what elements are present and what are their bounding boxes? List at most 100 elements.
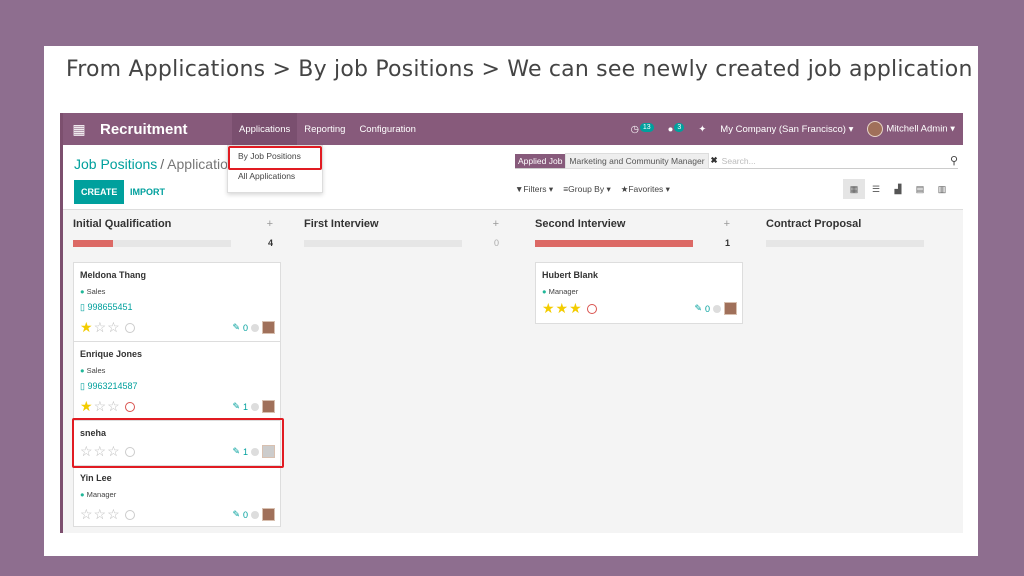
chat-icon: ●: [667, 123, 674, 135]
menu-configuration[interactable]: Configuration: [352, 113, 423, 145]
groupby-button[interactable]: ≡Group By ▾: [563, 184, 611, 195]
activity-button[interactable]: ◷ 13: [630, 122, 654, 135]
column-count: 4: [267, 238, 273, 248]
applicant-name: Hubert Blank: [542, 270, 599, 280]
company-switcher[interactable]: My Company (San Francisco) ▾: [720, 124, 853, 135]
slide-caption: From Applications > By job Positions > W…: [66, 57, 973, 82]
priority-stars[interactable]: ★☆☆: [80, 398, 121, 415]
menu-reporting[interactable]: Reporting: [297, 113, 352, 145]
assignee-avatar: [262, 400, 275, 413]
column-title[interactable]: First Interview: [304, 218, 379, 230]
priority-stars[interactable]: ★☆☆: [80, 319, 121, 336]
filters-button[interactable]: ▼Filters ▾: [515, 184, 553, 195]
paperclip-icon: ✎: [694, 303, 702, 313]
paperclip-icon: ✎: [232, 509, 240, 519]
kanban-column: First Interview + 0: [294, 210, 514, 533]
facet-remove-icon[interactable]: ✖: [711, 155, 718, 166]
control-panel: Job Positions / Application CREATE IMPORT …: [63, 145, 963, 210]
slide: From Applications > By job Positions > W…: [44, 46, 978, 556]
applicant-phone[interactable]: ▯ 998655451: [80, 302, 133, 313]
progress-fill: [73, 240, 113, 247]
column-progress[interactable]: [535, 240, 693, 247]
gift-icon[interactable]: ✦: [698, 124, 706, 135]
attachment-count: 1: [242, 401, 248, 412]
kanban-card[interactable]: Enrique Jones ● Sales ▯ 9963214587 ★☆☆ ✎…: [73, 341, 281, 421]
kanban-board: Initial Qualification + 4 Meldona Thang …: [63, 210, 963, 533]
favorites-button[interactable]: ★Favorites ▾: [621, 184, 670, 195]
status-dot[interactable]: [251, 510, 259, 519]
progress-fill: [535, 240, 693, 247]
activity-clock-icon[interactable]: [124, 509, 135, 520]
facet-label: Applied Job: [515, 153, 566, 168]
add-card-icon[interactable]: +: [493, 218, 499, 230]
priority-stars[interactable]: ★★★: [542, 300, 583, 317]
activity-badge: 13: [639, 122, 654, 132]
kanban-card[interactable]: Yin Lee ● Manager ☆☆☆ ✎ 0: [73, 465, 281, 527]
clock-icon: ◷: [630, 123, 639, 135]
apps-grid-icon[interactable]: ▦: [63, 121, 95, 138]
column-title[interactable]: Contract Proposal: [766, 218, 861, 230]
menu-applications[interactable]: Applications: [232, 113, 298, 145]
applicant-tag: ● Manager: [542, 287, 579, 296]
applicant-tag: ● Sales: [80, 287, 106, 296]
breadcrumb-current: Application: [167, 156, 236, 172]
status-dot[interactable]: [251, 323, 259, 332]
applicant-tag: ● Sales: [80, 366, 106, 375]
applicant-name: Yin Lee: [80, 473, 112, 483]
kanban-card[interactable]: Meldona Thang ● Sales ▯ 998655451 ★☆☆ ✎ 0: [73, 262, 281, 342]
column-progress[interactable]: [304, 240, 462, 247]
status-dot[interactable]: [713, 304, 721, 313]
attachment-count: 0: [242, 509, 248, 520]
column-title[interactable]: Second Interview: [535, 218, 625, 230]
breadcrumb-job-positions[interactable]: Job Positions: [74, 156, 157, 172]
paperclip-icon: ✎: [232, 322, 240, 332]
graph-view-icon[interactable]: ▟: [887, 179, 909, 199]
column-progress[interactable]: [766, 240, 924, 247]
pivot-view-icon[interactable]: ▥: [931, 179, 953, 199]
attachment-count: 0: [242, 322, 248, 333]
app-name[interactable]: Recruitment: [100, 121, 232, 138]
user-menu[interactable]: Mitchell Admin ▾: [867, 121, 955, 137]
priority-stars[interactable]: ☆☆☆: [80, 506, 121, 523]
column-count: 0: [493, 238, 499, 248]
paperclip-icon: ✎: [232, 401, 240, 411]
user-avatar: [867, 121, 884, 137]
facet-value: Marketing and Community Manager: [565, 152, 709, 169]
odoo-window: ▦ Recruitment Applications Reporting Con…: [60, 113, 963, 533]
search-options: ▼Filters ▾ ≡Group By ▾ ★Favorites ▾: [515, 184, 670, 195]
activity-clock-icon[interactable]: [124, 322, 135, 333]
search-bar[interactable]: Applied Job Marketing and Community Mana…: [515, 152, 958, 169]
search-icon[interactable]: ⚲: [950, 154, 958, 167]
kanban-card[interactable]: Hubert Blank ● Manager ★★★ ✎ 0: [535, 262, 743, 324]
applicant-tag: ● Manager: [80, 490, 117, 499]
add-card-icon[interactable]: +: [267, 218, 273, 230]
assignee-avatar: [262, 321, 275, 334]
activity-clock-icon[interactable]: [124, 401, 135, 412]
user-name: Mitchell Admin ▾: [886, 123, 955, 135]
add-card-icon[interactable]: +: [724, 218, 730, 230]
applicant-name: Enrique Jones: [80, 349, 143, 359]
column-progress[interactable]: [73, 240, 231, 247]
search-input[interactable]: Search...: [722, 156, 950, 166]
activity-clock-icon[interactable]: [586, 303, 597, 314]
kanban-column: Second Interview + 1 Hubert Blank ● Mana…: [525, 210, 745, 533]
view-switcher: ▦ ☰ ▟ ▤ ▥: [843, 179, 953, 199]
applicant-phone[interactable]: ▯ 9963214587: [80, 381, 138, 392]
create-button[interactable]: CREATE: [74, 180, 125, 204]
highlight-box-new-card: [72, 418, 284, 468]
kanban-column: Contract Proposal: [756, 210, 963, 533]
messages-button[interactable]: ● 3: [667, 122, 685, 135]
highlight-box-menu: [228, 146, 322, 170]
calendar-view-icon[interactable]: ▤: [909, 179, 931, 199]
kanban-view-icon[interactable]: ▦: [843, 179, 865, 199]
assignee-avatar: [262, 508, 275, 521]
column-count: 1: [724, 238, 730, 248]
list-view-icon[interactable]: ☰: [865, 179, 887, 199]
assignee-avatar: [724, 302, 737, 315]
attachment-count: 0: [704, 303, 710, 314]
import-button[interactable]: IMPORT: [130, 180, 165, 204]
column-title[interactable]: Initial Qualification: [73, 218, 171, 230]
status-dot[interactable]: [251, 402, 259, 411]
kanban-column: Initial Qualification + 4 Meldona Thang …: [63, 210, 284, 533]
applicant-name: Meldona Thang: [80, 270, 146, 280]
